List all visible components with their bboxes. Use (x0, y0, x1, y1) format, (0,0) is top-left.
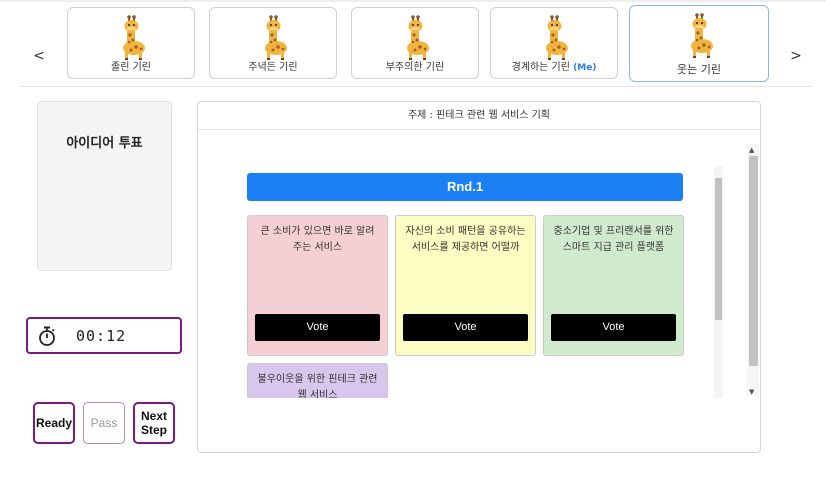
pass-button[interactable]: Pass (83, 402, 125, 444)
participant-card[interactable]: 졸린 기린 (67, 7, 195, 79)
participant-card[interactable]: 주녁든 기린 (209, 7, 337, 79)
participant-name: 경계하는 기린 (Me) (511, 62, 597, 73)
participant-name: 주녁든 기린 (248, 62, 298, 73)
round-header: Rnd.1 (247, 173, 683, 201)
vote-button[interactable]: Vote (403, 314, 528, 341)
panel-scrollbar[interactable]: ▲ ▼ (747, 144, 759, 396)
panel-scroll-thumb[interactable] (749, 156, 758, 366)
vote-button[interactable]: Vote (255, 314, 380, 341)
vote-button[interactable]: Vote (551, 314, 676, 341)
participant-card-active[interactable]: 웃는 기린 (629, 5, 769, 82)
me-tag: (Me) (573, 63, 597, 73)
idea-text: 불우이웃을 위한 핀테크 관련 웹 서비스 (257, 374, 378, 398)
participant-name: 부주의한 기린 (385, 62, 445, 73)
participant-name: 웃는 기린 (677, 63, 721, 76)
idea-card: 큰 소비가 있으면 바로 알려주는 서비스 Vote (247, 215, 388, 356)
idea-card: 중소기업 및 프리랜서를 위한 스마트 지급 관리 플랫폼 Vote (543, 215, 684, 356)
participant-card[interactable]: 부주의한 기린 (351, 7, 479, 79)
scroll-up-icon[interactable]: ▲ (749, 146, 754, 154)
scroll-down-icon[interactable]: ▼ (749, 388, 754, 396)
phase-title: 아이디어 투표 (66, 136, 143, 151)
idea-text: 자신의 소비 패턴을 공유하는 서비스를 제공하면 어떨까 (405, 226, 526, 253)
giraffe-icon (114, 15, 148, 61)
next-step-label-line1: Next (140, 409, 167, 423)
giraffe-icon (537, 15, 571, 61)
next-step-button[interactable]: Next Step (133, 402, 175, 444)
idea-list-scrollbar[interactable] (714, 166, 723, 398)
idea-list-scroll-thumb[interactable] (715, 178, 722, 320)
phase-panel: 아이디어 투표 (37, 101, 172, 271)
idea-text: 중소기업 및 프리랜서를 위한 스마트 지급 관리 플랫폼 (553, 226, 674, 253)
idea-card: 불우이웃을 위한 핀테크 관련 웹 서비스 (247, 363, 388, 398)
topic-title: 주제 : 핀테크 관련 웹 서비스 기획 (198, 102, 760, 130)
timer: 00:12 (26, 317, 182, 354)
next-step-label-line2: Step (140, 423, 167, 437)
participant-card-me[interactable]: 경계하는 기린 (Me) (490, 7, 618, 79)
idea-board-panel: 주제 : 핀테크 관련 웹 서비스 기획 Rnd.1 큰 소비가 있으면 바로 … (197, 101, 761, 453)
idea-list-scroll-area[interactable]: Rnd.1 큰 소비가 있으면 바로 알려주는 서비스 Vote 자신의 소비 … (242, 166, 720, 398)
giraffe-icon (398, 15, 432, 61)
giraffe-icon (256, 15, 290, 61)
top-divider (0, 0, 826, 2)
next-participants-arrow[interactable]: > (789, 48, 803, 64)
idea-card: 자신의 소비 패턴을 공유하는 서비스를 제공하면 어떨까 Vote (395, 215, 536, 356)
ready-button[interactable]: Ready (33, 402, 75, 444)
giraffe-icon (682, 13, 716, 59)
timer-value: 00:12 (76, 327, 127, 345)
header-divider (20, 86, 812, 87)
participant-name: 졸린 기린 (111, 62, 151, 73)
prev-participants-arrow[interactable]: < (32, 48, 46, 64)
stopwatch-icon (39, 326, 55, 346)
idea-text: 큰 소비가 있으면 바로 알려주는 서비스 (260, 226, 375, 253)
